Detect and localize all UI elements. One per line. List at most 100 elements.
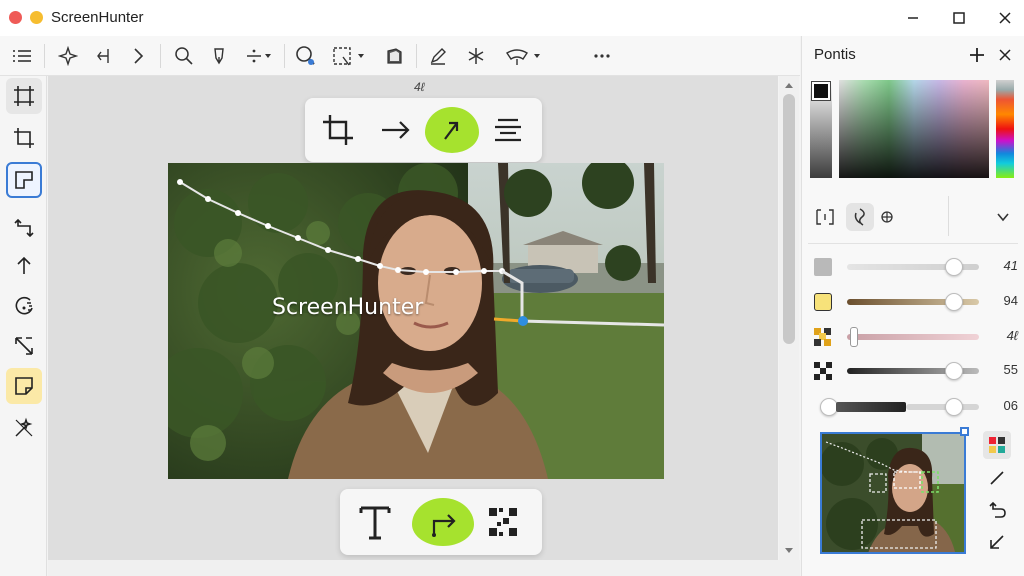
main-toolbar bbox=[0, 36, 800, 76]
search-button[interactable] bbox=[170, 43, 198, 69]
frame-tool[interactable] bbox=[6, 78, 42, 114]
undo-tool[interactable] bbox=[983, 496, 1011, 524]
line-tool[interactable] bbox=[983, 464, 1011, 492]
crop-button[interactable] bbox=[309, 101, 367, 159]
zoom-icon bbox=[296, 46, 315, 65]
crop-tool[interactable] bbox=[6, 120, 42, 156]
tint-knob[interactable] bbox=[850, 327, 858, 347]
watermark-text: ScreenHunter bbox=[272, 295, 424, 320]
arrow-down-left-icon bbox=[990, 535, 1004, 549]
pin-button[interactable] bbox=[425, 107, 479, 153]
shadow-track-rest bbox=[906, 404, 979, 410]
draw-button[interactable] bbox=[424, 43, 452, 69]
shape-button[interactable] bbox=[380, 43, 408, 69]
next-button[interactable] bbox=[124, 43, 152, 69]
plus-icon bbox=[970, 48, 984, 62]
arrow-button[interactable] bbox=[367, 101, 425, 159]
close-icon bbox=[999, 12, 1011, 24]
brightness-knob[interactable] bbox=[945, 293, 963, 311]
note-tool[interactable] bbox=[6, 368, 42, 404]
chevron-right-icon bbox=[134, 48, 144, 64]
resize-tool[interactable] bbox=[6, 328, 42, 364]
close-button[interactable] bbox=[992, 6, 1018, 30]
color-spectrum[interactable] bbox=[839, 80, 989, 178]
fill-bucket-icon bbox=[506, 49, 540, 65]
gray-swatch bbox=[814, 258, 832, 276]
align-center-icon bbox=[495, 118, 521, 142]
divide-icon bbox=[247, 49, 271, 63]
fill-dropdown[interactable] bbox=[502, 43, 544, 69]
slider-row-brightness: 94 bbox=[810, 289, 1022, 313]
maximize-button[interactable] bbox=[946, 6, 972, 30]
align-button[interactable] bbox=[90, 43, 118, 69]
rotate-tool[interactable] bbox=[6, 210, 42, 246]
arrow-right-icon bbox=[382, 121, 410, 139]
tint-icon bbox=[814, 328, 832, 346]
timer-icon bbox=[15, 296, 33, 315]
lasso-option[interactable] bbox=[846, 203, 874, 231]
opacity-knob[interactable] bbox=[945, 258, 963, 276]
contrast-knob[interactable] bbox=[945, 362, 963, 380]
floating-toolbar-top bbox=[305, 98, 542, 162]
more-button[interactable] bbox=[588, 43, 616, 69]
status-strip bbox=[48, 560, 800, 576]
tint-track[interactable] bbox=[847, 334, 979, 340]
current-color-swatch[interactable] bbox=[811, 81, 831, 101]
zoom-button[interactable] bbox=[292, 43, 320, 69]
panel-close-button[interactable] bbox=[994, 44, 1016, 66]
sparkle-icon bbox=[58, 46, 78, 66]
magic-tool[interactable] bbox=[6, 410, 42, 446]
thumbnail-resize-handle[interactable] bbox=[960, 427, 969, 436]
divide-dropdown[interactable] bbox=[242, 43, 276, 69]
panel-add-button[interactable] bbox=[966, 44, 988, 66]
region-select-icon bbox=[15, 171, 33, 189]
arrow-up-tool[interactable] bbox=[6, 248, 42, 284]
shadow-knob[interactable] bbox=[945, 398, 963, 416]
scroll-down-icon bbox=[785, 548, 793, 553]
diagonal-line-icon bbox=[990, 471, 1004, 485]
yellow-swatch bbox=[814, 293, 832, 311]
marquee-option[interactable] bbox=[810, 204, 840, 230]
pen-nib-icon bbox=[214, 48, 224, 65]
screenshot-image[interactable]: ScreenHunter bbox=[168, 163, 664, 479]
redirect-button[interactable] bbox=[412, 498, 474, 546]
pen-button[interactable] bbox=[205, 43, 233, 69]
crosshair-icon bbox=[881, 211, 893, 223]
preview-thumbnail[interactable] bbox=[820, 432, 966, 554]
frame-icon bbox=[14, 86, 34, 106]
sparkle-button[interactable] bbox=[54, 43, 82, 69]
title-bar: ScreenHunter bbox=[0, 0, 1024, 36]
color-picker-tool[interactable] bbox=[983, 431, 1011, 459]
scrollbar-thumb[interactable] bbox=[783, 94, 795, 344]
minimize-dot[interactable] bbox=[30, 11, 43, 24]
zoom-label: 4ℓ bbox=[414, 80, 425, 94]
maximize-icon bbox=[953, 12, 965, 24]
effects-button[interactable] bbox=[462, 43, 490, 69]
menu-button[interactable] bbox=[8, 43, 36, 69]
hue-strip[interactable] bbox=[996, 80, 1014, 178]
scroll-up-icon bbox=[785, 83, 793, 88]
pin-arrow-icon bbox=[444, 121, 459, 140]
pencil-icon bbox=[430, 48, 446, 65]
minimize-button[interactable] bbox=[900, 6, 926, 30]
crosshair-option[interactable] bbox=[876, 204, 898, 230]
qr-button[interactable] bbox=[474, 493, 532, 551]
align-center-button[interactable] bbox=[479, 101, 537, 159]
app-title: ScreenHunter bbox=[51, 9, 144, 26]
close-icon bbox=[999, 49, 1011, 61]
contrast-value: 55 bbox=[1003, 362, 1018, 377]
options-dropdown[interactable] bbox=[992, 204, 1014, 230]
tint-value: 4ℓ bbox=[1006, 328, 1018, 343]
slider-row-shadow: 06 bbox=[810, 394, 1022, 418]
region-tool[interactable] bbox=[6, 162, 42, 198]
selection-dropdown[interactable] bbox=[330, 43, 368, 69]
shadow-track[interactable] bbox=[836, 402, 906, 412]
brightness-value: 94 bbox=[1003, 293, 1018, 308]
close-dot[interactable] bbox=[9, 11, 22, 24]
shadow-value: 06 bbox=[1003, 398, 1018, 413]
text-button[interactable] bbox=[346, 493, 404, 551]
list-menu-icon bbox=[13, 50, 31, 62]
timer-tool[interactable] bbox=[6, 288, 42, 324]
text-t-icon bbox=[359, 506, 391, 540]
arrow-down-left-tool[interactable] bbox=[983, 528, 1011, 556]
